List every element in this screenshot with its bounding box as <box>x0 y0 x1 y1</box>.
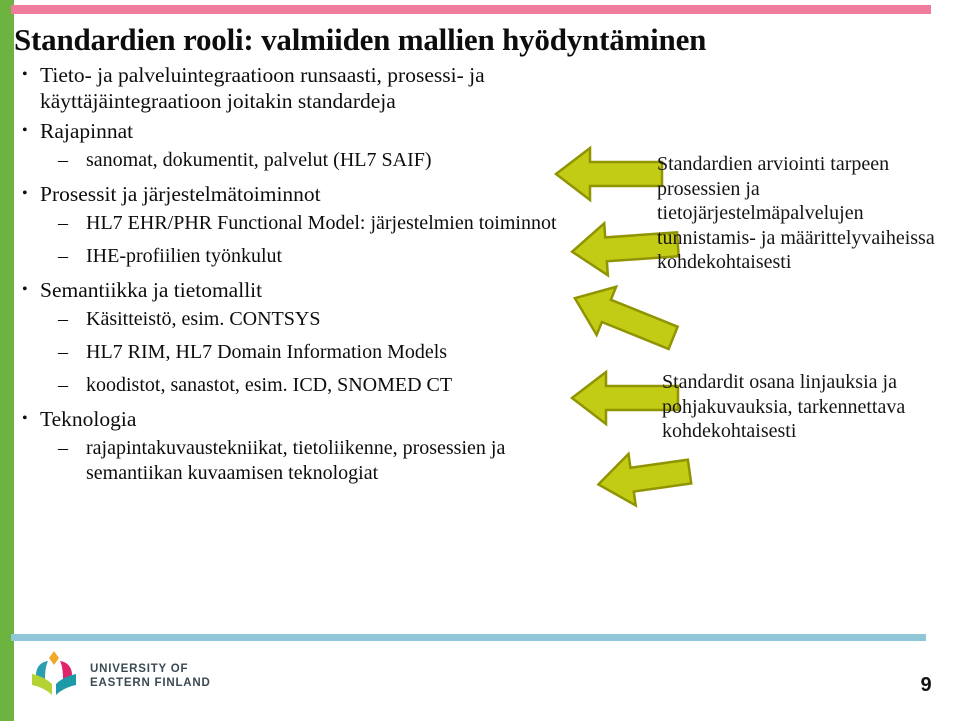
list-item: • Rajapinnat <box>14 118 604 144</box>
dash-glyph: – <box>58 437 68 459</box>
university-logo: UNIVERSITY OF EASTERN FINLAND <box>28 650 211 701</box>
dash-glyph: – <box>58 341 68 363</box>
bullet-glyph: • <box>22 281 28 298</box>
page-number: 9 <box>920 674 932 696</box>
logo-line-2: EASTERN FINLAND <box>90 676 211 689</box>
dash-glyph: – <box>58 149 68 171</box>
dash-glyph: – <box>58 245 68 267</box>
bullet-glyph: • <box>22 66 28 83</box>
list-item-label: sanomat, dokumentit, palvelut (HL7 SAIF) <box>86 149 432 171</box>
list-item: – sanomat, dokumentit, palvelut (HL7 SAI… <box>14 148 604 173</box>
dash-glyph: – <box>58 212 68 234</box>
list-item-label: Tieto- ja palveluintegraatioon runsaasti… <box>40 63 485 113</box>
list-item-label: rajapintakuvaustekniikat, tietoliikenne,… <box>86 437 506 484</box>
list-item: – rajapintakuvaustekniikat, tietoliikenn… <box>14 436 604 486</box>
bottom-blue-rule <box>11 634 926 641</box>
list-item: – Käsitteistö, esim. CONTSYS <box>14 307 604 332</box>
bullet-glyph: • <box>22 122 28 139</box>
list-item-label: Semantiikka ja tietomallit <box>40 278 263 302</box>
dash-glyph: – <box>58 308 68 330</box>
list-item-label: koodistot, sanastot, esim. ICD, SNOMED C… <box>86 374 453 396</box>
bullet-glyph: • <box>22 410 28 427</box>
callout-text-guidelines: Standardit osana linjauksia ja pohjakuva… <box>662 371 906 442</box>
list-item: • Teknologia <box>14 406 604 432</box>
list-item: – HL7 RIM, HL7 Domain Information Models <box>14 340 604 365</box>
list-item: • Semantiikka ja tietomallit <box>14 277 604 303</box>
bullet-glyph: • <box>22 185 28 202</box>
list-item-label: IHE-profiilien työnkulut <box>86 245 283 267</box>
list-item-label: HL7 RIM, HL7 Domain Information Models <box>86 341 448 363</box>
list-item: – HL7 EHR/PHR Functional Model: järjeste… <box>14 211 604 236</box>
list-item-label: HL7 EHR/PHR Functional Model: järjestelm… <box>86 212 557 234</box>
list-item-label: Teknologia <box>40 407 137 431</box>
list-item: – IHE-profiilien työnkulut <box>14 244 604 269</box>
slide-canvas: Standardien rooli: valmiiden mallien hyö… <box>0 0 959 721</box>
list-item-label: Käsitteistö, esim. CONTSYS <box>86 308 321 330</box>
list-item: • Prosessit ja järjestelmätoiminnot <box>14 181 604 207</box>
bullet-list: • Tieto- ja palveluintegraatioon runsaas… <box>14 62 604 494</box>
list-item: – koodistot, sanastot, esim. ICD, SNOMED… <box>14 373 604 398</box>
university-logo-text: UNIVERSITY OF EASTERN FINLAND <box>90 662 211 690</box>
dash-glyph: – <box>58 374 68 396</box>
logo-line-1: UNIVERSITY OF <box>90 662 189 675</box>
arrow-left-icon <box>595 446 693 510</box>
page-title: Standardien rooli: valmiiden mallien hyö… <box>14 22 707 57</box>
arrow-left-icon <box>553 145 664 203</box>
list-item-label: Prosessit ja järjestelmätoiminnot <box>40 182 321 206</box>
uef-logo-mark-icon <box>28 650 80 701</box>
top-pink-rule <box>11 5 931 14</box>
list-item: • Tieto- ja palveluintegraatioon runsaas… <box>14 62 604 114</box>
callout-text-evaluation: Standardien arviointi tarpeen prosessien… <box>657 153 935 273</box>
left-green-accent-bar <box>0 0 14 721</box>
list-item-label: Rajapinnat <box>40 119 134 143</box>
